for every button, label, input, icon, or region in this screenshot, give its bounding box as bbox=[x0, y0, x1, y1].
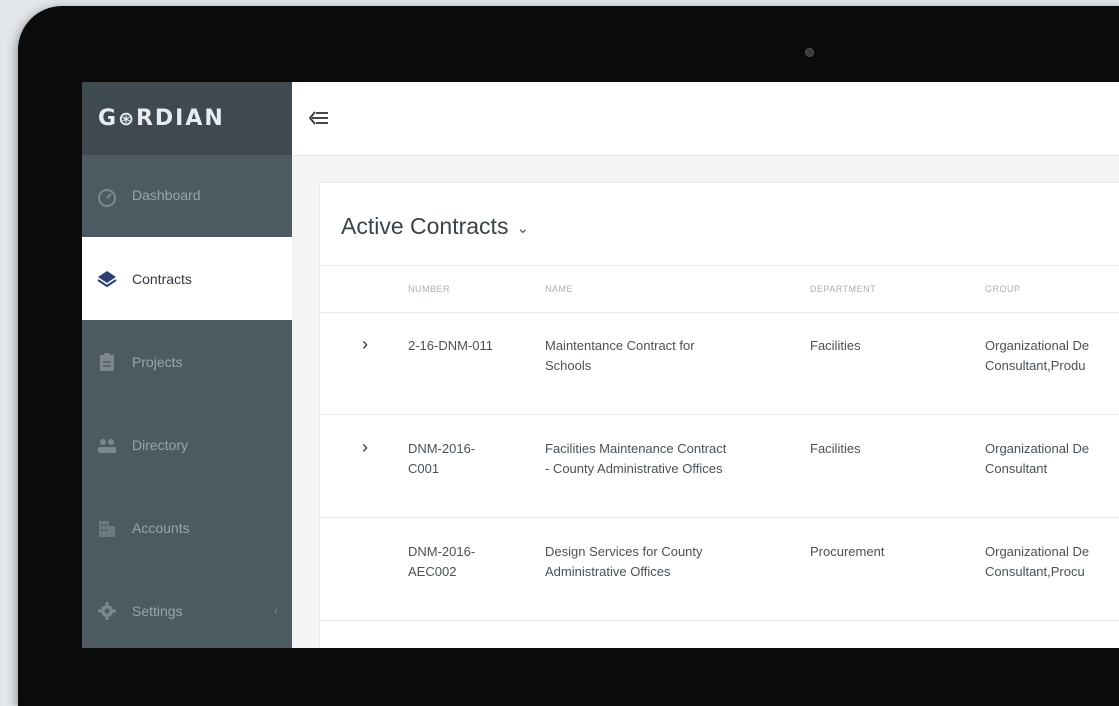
page-title-text: Active Contracts bbox=[341, 213, 509, 239]
sidebar: G⊛RDIAN Dashboard Contracts Projects Dir bbox=[82, 82, 292, 648]
table-row[interactable]: DNM-2016- AEC002 Design Services for Coun… bbox=[320, 518, 1119, 621]
contract-group-line: Organizational De bbox=[985, 441, 1090, 456]
page-title[interactable]: Active Contracts ⌄ bbox=[341, 213, 529, 240]
contract-group: Organizational De Consultant,Procu bbox=[985, 542, 1119, 582]
contract-group-line: Consultant,Procu bbox=[985, 564, 1085, 579]
top-bar bbox=[292, 82, 1119, 156]
contract-group-line: Consultant bbox=[985, 461, 1048, 476]
collapse-menu-icon[interactable] bbox=[308, 108, 330, 128]
chevron-right-icon[interactable]: › bbox=[362, 437, 368, 458]
camera-dot bbox=[805, 48, 814, 57]
chevron-down-icon[interactable]: ⌄ bbox=[516, 220, 529, 237]
contract-number-line: 2-16-DNM-011 bbox=[408, 338, 494, 353]
sidebar-item-accounts[interactable]: Accounts bbox=[82, 486, 292, 569]
column-header-number[interactable]: NUMBER bbox=[408, 284, 518, 294]
sidebar-item-settings[interactable]: Settings ‹ bbox=[82, 569, 292, 648]
sidebar-item-label: Directory bbox=[132, 436, 189, 453]
chevron-right-icon[interactable]: › bbox=[362, 334, 368, 355]
contract-number-line: AEC002 bbox=[408, 564, 457, 579]
contract-number-line: DNM-2016- bbox=[408, 441, 476, 456]
contract-department: Facilities bbox=[810, 338, 861, 353]
gear-icon bbox=[96, 600, 118, 622]
contract-name-line: Schools bbox=[545, 358, 592, 373]
column-header-name[interactable]: NAME bbox=[545, 284, 795, 294]
column-header-group[interactable]: GROUP bbox=[985, 284, 1119, 294]
gordian-logo[interactable]: G⊛RDIAN bbox=[98, 106, 225, 131]
sidebar-item-label: Accounts bbox=[132, 519, 190, 536]
main-content: Active Contracts ⌄ NUMBER NAME DEPARTMENT… bbox=[292, 156, 1119, 648]
contract-group: Organizational De Consultant,Produ bbox=[985, 336, 1119, 376]
contract-department: Facilities bbox=[810, 441, 861, 456]
building-icon bbox=[96, 517, 118, 539]
layers-icon bbox=[96, 268, 118, 290]
contract-number-line: C001 bbox=[408, 461, 440, 476]
column-header-department[interactable]: DEPARTMENT bbox=[810, 284, 960, 294]
contract-group-line: Consultant,Produ bbox=[985, 358, 1086, 373]
sidebar-item-label: Dashboard bbox=[132, 187, 201, 203]
clipboard-icon bbox=[96, 351, 118, 373]
sidebar-item-dashboard[interactable]: Dashboard bbox=[82, 155, 292, 237]
people-icon bbox=[96, 434, 118, 456]
sidebar-item-label: Contracts bbox=[132, 270, 192, 287]
table-header: NUMBER NAME DEPARTMENT GROUP bbox=[320, 265, 1119, 313]
sidebar-item-projects[interactable]: Projects bbox=[82, 320, 292, 403]
contract-name: Facilities Maintenance Contract - County … bbox=[545, 439, 795, 479]
contract-name-line: - County Administrative Offices bbox=[545, 461, 723, 476]
contract-name: Maintentance Contract for Schools bbox=[545, 336, 795, 376]
app-screen: G⊛RDIAN Dashboard Contracts Projects Dir bbox=[82, 82, 1119, 648]
chevron-left-icon: ‹ bbox=[273, 603, 278, 618]
table-row[interactable]: › DNM-2016- C001 Facilities Maintenance C… bbox=[320, 415, 1119, 518]
contract-group-line: Organizational De bbox=[985, 544, 1090, 559]
contract-group: Organizational De Consultant bbox=[985, 439, 1119, 479]
contract-name-line: Design Services for County bbox=[545, 544, 703, 559]
contract-number-line: DNM-2016- bbox=[408, 544, 476, 559]
contract-number: 2-16-DNM-011 bbox=[408, 336, 518, 356]
contract-name-line: Administrative Offices bbox=[545, 564, 671, 579]
sidebar-item-label: Settings bbox=[132, 602, 183, 619]
contract-number: DNM-2016- AEC002 bbox=[408, 542, 518, 582]
contracts-card: Active Contracts ⌄ NUMBER NAME DEPARTMENT… bbox=[319, 182, 1119, 648]
sidebar-item-directory[interactable]: Directory bbox=[82, 403, 292, 486]
speedometer-icon bbox=[96, 187, 118, 209]
contract-name-line: Maintentance Contract for bbox=[545, 338, 695, 353]
contract-number: DNM-2016- C001 bbox=[408, 439, 518, 479]
logo-area: G⊛RDIAN bbox=[82, 82, 292, 155]
sidebar-item-contracts[interactable]: Contracts bbox=[82, 237, 292, 320]
contract-department: Procurement bbox=[810, 544, 885, 559]
sidebar-item-label: Projects bbox=[132, 353, 183, 370]
contract-name: Design Services for County Administrative… bbox=[545, 542, 795, 582]
contract-group-line: Organizational De bbox=[985, 338, 1090, 353]
table-row[interactable]: › 2-16-DNM-011 Maintentance Contract for… bbox=[320, 312, 1119, 415]
contract-name-line: Facilities Maintenance Contract bbox=[545, 441, 727, 456]
